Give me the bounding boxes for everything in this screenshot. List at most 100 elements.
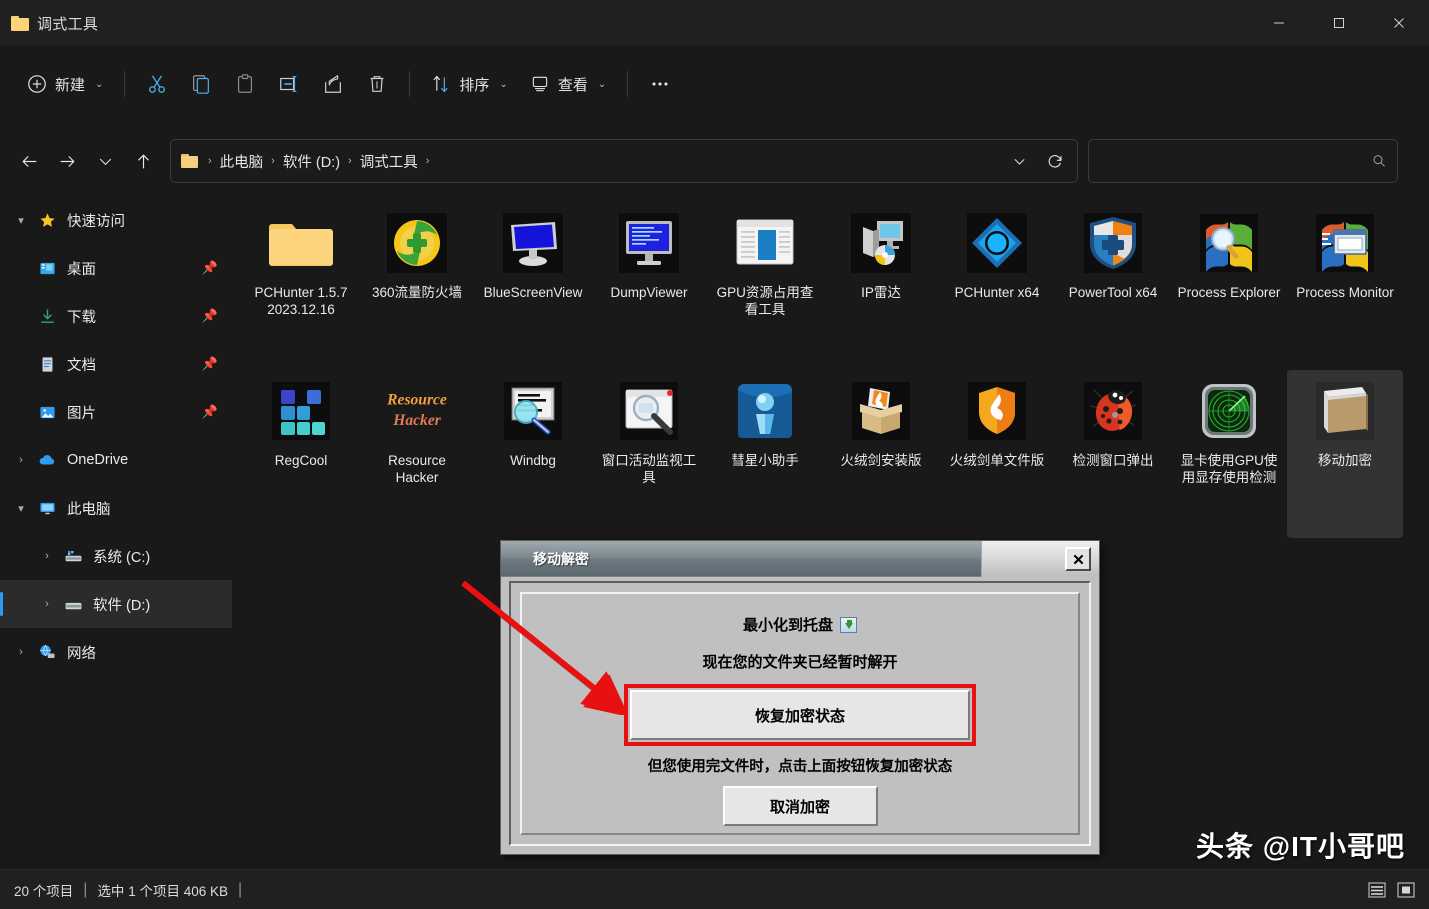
cancel-encryption-button[interactable]: 取消加密: [723, 786, 878, 826]
file-tile[interactable]: IP雷达: [823, 202, 939, 370]
sidebar-item-documents[interactable]: 文档 📌: [0, 340, 232, 388]
file-tile[interactable]: BlueScreenView: [475, 202, 591, 370]
share-button[interactable]: [311, 64, 355, 104]
toolbar-divider-3: [627, 71, 628, 97]
file-tile[interactable]: RegCool: [243, 370, 359, 538]
address-bar-row: › 此电脑 › 软件 (D:) › 调式工具 ›: [0, 134, 1429, 188]
file-tile[interactable]: Windbg: [475, 370, 591, 538]
regcool-squares-icon: [268, 378, 334, 444]
search-input[interactable]: [1099, 153, 1371, 169]
maximize-button[interactable]: [1309, 0, 1369, 46]
sort-button[interactable]: 排序 ⌄: [420, 64, 518, 104]
more-options-button[interactable]: [638, 64, 682, 104]
drive-system-icon: [60, 547, 86, 566]
file-tile[interactable]: GPU资源占用查看工具: [707, 202, 823, 370]
breadcrumb-item-0[interactable]: 此电脑: [215, 147, 269, 176]
details-view-button[interactable]: [1366, 880, 1388, 900]
file-tile[interactable]: 显卡使用GPU使用显存使用检测: [1171, 370, 1287, 538]
expander-chevron-icon[interactable]: ›: [34, 550, 60, 562]
pin-icon[interactable]: 📌: [202, 308, 218, 324]
desktop-icon: [34, 260, 60, 277]
search-box[interactable]: [1088, 139, 1398, 183]
pin-icon[interactable]: 📌: [202, 260, 218, 276]
file-tile[interactable]: 彗星小助手: [707, 370, 823, 538]
new-button-label: 新建: [55, 74, 85, 95]
file-tile[interactable]: PowerTool x64: [1055, 202, 1171, 370]
sidebar-item-downloads[interactable]: 下载 📌: [0, 292, 232, 340]
dialog-message: 现在您的文件夹已经暂时解开: [702, 651, 897, 672]
file-tile[interactable]: 窗口活动监视工具: [591, 370, 707, 538]
refresh-button[interactable]: [1037, 143, 1073, 179]
sidebar-item-label: 软件 (D:): [93, 594, 150, 615]
forward-button[interactable]: [48, 142, 86, 180]
expander-chevron-icon[interactable]: ›: [34, 598, 60, 610]
breadcrumb-address-box[interactable]: › 此电脑 › 软件 (D:) › 调式工具 ›: [170, 139, 1078, 183]
up-button[interactable]: [124, 142, 162, 180]
sidebar-item-label: 此电脑: [67, 498, 111, 519]
recent-locations-button[interactable]: [86, 142, 124, 180]
ladybug-icon: [1080, 378, 1146, 444]
sidebar-item-quick-access[interactable]: ▾ 快速访问: [0, 196, 232, 244]
file-name: DumpViewer: [597, 284, 701, 301]
file-tile[interactable]: 检测窗口弹出: [1055, 370, 1171, 538]
file-tile-selected[interactable]: 移动加密: [1287, 370, 1403, 538]
rename-button[interactable]: [267, 64, 311, 104]
expander-chevron-icon[interactable]: ▾: [8, 502, 34, 515]
pin-icon[interactable]: 📌: [202, 404, 218, 420]
breadcrumb-item-2[interactable]: 调式工具: [355, 147, 423, 176]
breadcrumb-item-1[interactable]: 软件 (D:): [278, 147, 345, 176]
plus-circle-icon: [27, 74, 47, 94]
view-button[interactable]: 查看 ⌄: [519, 64, 617, 104]
cut-button[interactable]: [135, 64, 179, 104]
back-button[interactable]: [10, 142, 48, 180]
sidebar-item-this-pc[interactable]: ▾ 此电脑: [0, 484, 232, 532]
restore-encryption-button[interactable]: 恢复加密状态: [630, 690, 970, 740]
breadcrumb-separator: ›: [423, 155, 433, 167]
search-icon: [1371, 153, 1387, 169]
dialog-inner-panel: 最小化到托盘 现在您的文件夹已经暂时解开 恢复加密状态 但您使用完文件时，点击上…: [520, 592, 1080, 835]
icon-grid: PCHunter 1.5.7 2023.12.16 360流量防火墙: [235, 196, 1429, 538]
breadcrumb-separator: ›: [345, 155, 355, 167]
sidebar-item-pictures[interactable]: 图片 📌: [0, 388, 232, 436]
close-button[interactable]: [1369, 0, 1429, 46]
minimize-to-tray-icon[interactable]: [840, 617, 857, 633]
file-tile[interactable]: Process Monitor: [1287, 202, 1403, 370]
file-tile[interactable]: PCHunter 1.5.7 2023.12.16: [243, 202, 359, 370]
file-name: PCHunter x64: [945, 284, 1049, 301]
file-tile[interactable]: 360流量防火墙: [359, 202, 475, 370]
expander-chevron-icon[interactable]: ›: [8, 646, 34, 658]
file-tile[interactable]: Resource Hacker Resource Hacker: [359, 370, 475, 538]
svg-text:Resource: Resource: [386, 392, 447, 409]
expander-chevron-icon[interactable]: ▾: [8, 214, 34, 227]
expander-chevron-icon[interactable]: ›: [8, 454, 34, 466]
file-name: RegCool: [249, 452, 353, 469]
file-tile[interactable]: 火绒剑单文件版: [939, 370, 1055, 538]
file-tile[interactable]: 火绒剑安装版: [823, 370, 939, 538]
dialog-close-button[interactable]: [1065, 547, 1091, 571]
file-tile[interactable]: PCHunter x64: [939, 202, 1055, 370]
copy-button[interactable]: [179, 64, 223, 104]
sidebar-item-onedrive[interactable]: › OneDrive: [0, 436, 232, 484]
minimize-button[interactable]: [1249, 0, 1309, 46]
file-tile[interactable]: DumpViewer: [591, 202, 707, 370]
paste-button[interactable]: [223, 64, 267, 104]
minimize-to-tray-row[interactable]: 最小化到托盘: [743, 614, 857, 635]
file-name: 360流量防火墙: [365, 284, 469, 301]
new-button[interactable]: 新建 ⌄: [16, 64, 114, 104]
folder-icon: [268, 210, 334, 276]
sidebar-item-software-d[interactable]: › 软件 (D:): [0, 580, 232, 628]
mobile-decrypt-dialog[interactable]: 移动解密 最小化到托盘 现在您的文件夹已经暂时解开 恢复加密状态: [500, 540, 1100, 855]
trash-icon: [366, 73, 388, 95]
window-title: 调式工具: [37, 13, 98, 34]
delete-button[interactable]: [355, 64, 399, 104]
pin-icon[interactable]: 📌: [202, 356, 218, 372]
address-dropdown-button[interactable]: [1001, 143, 1037, 179]
large-icons-view-button[interactable]: [1395, 880, 1417, 900]
sidebar-item-system-c[interactable]: › 系统 (C:): [0, 532, 232, 580]
scissors-icon: [146, 73, 168, 95]
huorong-shield-icon: [964, 378, 1030, 444]
sidebar-item-network[interactable]: › 网络: [0, 628, 232, 676]
file-tile[interactable]: Process Explorer: [1171, 202, 1287, 370]
sidebar-item-desktop[interactable]: 桌面 📌: [0, 244, 232, 292]
arrow-left-icon: [20, 152, 39, 171]
